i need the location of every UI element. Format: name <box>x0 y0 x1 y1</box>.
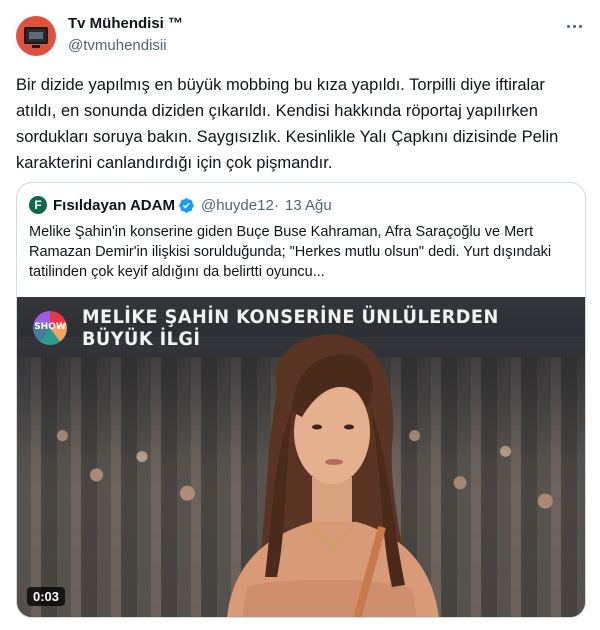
channel-logo-text: SHOW <box>34 322 66 332</box>
user-handle[interactable]: @tvmuhendisii <box>68 37 167 54</box>
more-options-icon[interactable] <box>564 16 584 36</box>
tweet-text: Bir dizide yapılmış en büyük mobbing bu … <box>16 76 559 172</box>
quoted-tweet[interactable]: F Fısıldayan ADAM @huyde12 · 13 Ağu Meli… <box>16 182 586 618</box>
verified-badge-icon <box>179 198 194 213</box>
video-duration: 0:03 <box>27 587 66 606</box>
video-subject <box>227 334 439 617</box>
tweet: Tv Mühendisi ™ @tvmuhendisii Bir dizide … <box>0 0 600 630</box>
tv-icon <box>24 27 48 44</box>
quoted-text: Melike Şahin'in konserine giden Buçe Bus… <box>29 224 552 280</box>
quoted-date[interactable]: 13 Ağu <box>285 197 332 214</box>
quoted-handle[interactable]: @huyde12 <box>201 197 274 214</box>
quoted-avatar[interactable]: F <box>29 196 47 214</box>
tv-stand <box>32 45 40 48</box>
channel-logo: SHOW <box>33 311 67 345</box>
display-name[interactable]: Tv Mühendisi ™ <box>68 15 183 32</box>
separator-dot: · <box>274 197 279 214</box>
quoted-display-name[interactable]: Fısıldayan ADAM <box>53 197 175 214</box>
avatar[interactable] <box>16 16 56 56</box>
video-player[interactable]: MELİKE ŞAHİN KONSERİNE ÜNLÜLERDEN BÜYÜK … <box>17 297 585 617</box>
